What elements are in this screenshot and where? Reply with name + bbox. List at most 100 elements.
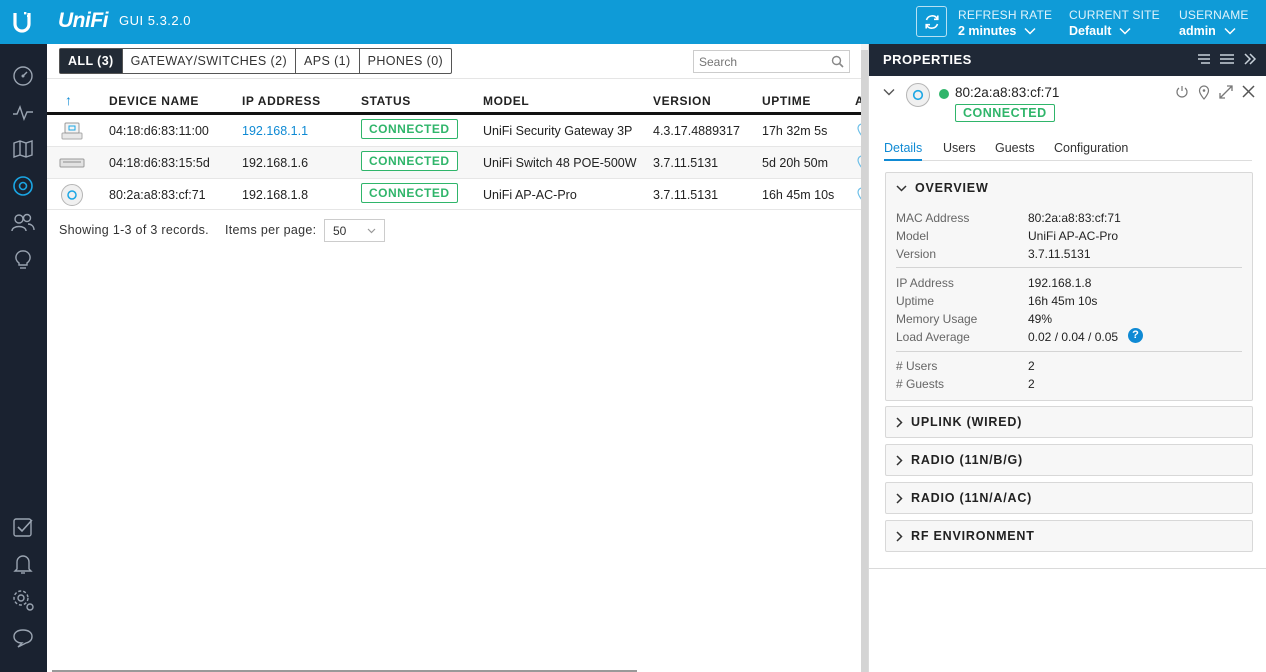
status-badge: CONNECTED [361,151,458,171]
kv-label: Model [896,229,929,243]
col-status[interactable]: STATUS [361,94,411,108]
device-name: 80:2a:a8:83:cf:71 [109,188,206,202]
help-icon[interactable]: ? [1128,328,1143,343]
properties-title: PROPERTIES [883,52,972,67]
expand-icon[interactable] [1219,85,1233,99]
kv-value: 49% [1028,312,1053,326]
map-icon[interactable] [11,137,35,161]
devices-icon[interactable] [11,174,35,198]
items-per-page-label: Items per page: [225,223,317,237]
insights-icon[interactable] [11,248,35,272]
refresh-rate-label: REFRESH RATE [958,8,1053,22]
table-row[interactable]: 80:2a:a8:83:cf:71 192.168.1.8 CONNECTED … [47,179,867,210]
overview-header[interactable]: OVERVIEW [886,173,1252,203]
list-icon[interactable] [1219,52,1235,66]
items-per-page-value: 50 [333,224,347,238]
filter-aps[interactable]: APS (1) [296,49,360,73]
device-uptime: 17h 32m 5s [762,124,828,138]
section-title: RADIO (11N/B/G) [911,453,1024,467]
records-summary: Showing 1-3 of 3 records. [59,223,209,237]
restart-icon[interactable] [1175,85,1189,99]
section-title: RF ENVIRONMENT [911,529,1035,543]
devices-main: ALL (3) GATEWAY/SWITCHES (2) APS (1) PHO… [47,44,873,672]
items-per-page-select[interactable]: 50 [324,219,385,242]
settings-icon[interactable] [11,588,35,612]
table-row[interactable]: 04:18:d6:83:15:5d 192.168.1.6 CONNECTED … [47,147,867,179]
col-device-name[interactable]: DEVICE NAME [109,94,199,108]
chevron-right-icon [896,454,903,466]
device-header: 80:2a:a8:83:cf:71 CONNECTED [869,76,1266,132]
search-icon[interactable] [831,55,844,68]
current-site-value: Default [1069,24,1112,38]
table-row[interactable]: 04:18:d6:83:11:00 192.168.1.1 CONNECTED … [47,115,867,147]
ip-address: 192.168.1.6 [242,156,309,170]
kv-label: # Users [896,359,938,373]
close-icon[interactable] [1242,85,1255,98]
top-bar: UniFi GUI 5.3.2.0 REFRESH RATE 2 minutes… [0,0,1266,44]
device-uptime: 5d 20h 50m [762,156,829,170]
kv-value: 2 [1028,377,1035,391]
filter-phones[interactable]: PHONES (0) [360,49,452,73]
refresh-button[interactable] [916,6,947,37]
section-title: RADIO (11N/A/AC) [911,491,1033,505]
properties-tabs: Details Users Guests Configuration [884,140,1252,161]
collapse-panel-icon[interactable] [1243,52,1257,66]
locate-icon[interactable] [1198,85,1210,100]
device-name: 04:18:d6:83:11:00 [109,124,209,138]
status-badge: CONNECTED [955,104,1055,122]
kv-label: IP Address [896,276,954,290]
list-compact-icon[interactable] [1197,52,1211,66]
radio-ac-section[interactable]: RADIO (11N/A/AC) [885,482,1253,514]
tab-configuration[interactable]: Configuration [1054,141,1128,159]
col-model[interactable]: MODEL [483,94,529,108]
uplink-section[interactable]: UPLINK (WIRED) [885,406,1253,438]
divider [47,78,861,79]
kv-value: UniFi AP-AC-Pro [1028,229,1119,243]
events-icon[interactable] [11,515,35,539]
filter-all[interactable]: ALL (3) [60,49,123,73]
device-model: UniFi Security Gateway 3P [483,124,633,138]
username-dropdown[interactable]: USERNAME admin [1179,8,1249,38]
statistics-icon[interactable] [11,101,35,125]
filter-gateway-switches[interactable]: GATEWAY/SWITCHES (2) [123,49,297,73]
col-version[interactable]: VERSION [653,94,711,108]
col-ip-address[interactable]: IP ADDRESS [242,94,321,108]
chat-icon[interactable] [11,626,35,650]
ip-address: 192.168.1.8 [242,188,309,202]
kv-value: 2 [1028,359,1035,373]
chevron-down-icon[interactable] [883,88,895,96]
clients-icon[interactable] [11,211,35,235]
divider [896,351,1242,352]
tab-details[interactable]: Details [884,141,923,161]
radio-bg-section[interactable]: RADIO (11N/B/G) [885,444,1253,476]
col-uptime[interactable]: UPTIME [762,94,811,108]
kv-label: Uptime [896,294,935,308]
device-model: UniFi AP-AC-Pro [483,188,577,202]
kv-value: 16h 45m 10s [1028,294,1098,308]
kv-value: 3.7.11.5131 [1028,247,1091,261]
username-label: USERNAME [1179,8,1249,22]
sort-arrow-icon[interactable]: ↑ [65,92,73,108]
refresh-rate-dropdown[interactable]: REFRESH RATE 2 minutes [958,8,1052,38]
dashboard-icon[interactable] [11,64,35,88]
access-point-device-icon [906,83,930,107]
filter-tabs: ALL (3) GATEWAY/SWITCHES (2) APS (1) PHO… [59,48,453,74]
rf-environment-section[interactable]: RF ENVIRONMENT [885,520,1253,552]
search-input[interactable] [694,51,824,72]
tab-users[interactable]: Users [943,141,976,159]
status-badge: CONNECTED [361,119,458,139]
kv-label: Load Average [896,330,970,344]
device-uptime: 16h 45m 10s [762,188,835,202]
ubiquiti-logo-icon[interactable] [0,0,44,44]
alerts-icon[interactable] [11,552,35,576]
overview-title: OVERVIEW [915,181,989,195]
vertical-scrollbar[interactable] [861,50,868,672]
tab-guests[interactable]: Guests [995,141,1035,159]
access-point-device-icon [59,184,85,206]
search-box [693,50,850,73]
chevron-right-icon [896,492,903,504]
current-site-dropdown[interactable]: CURRENT SITE Default [1069,8,1160,38]
unifi-brand: UniFi [58,9,109,32]
kv-label: MAC Address [896,211,970,225]
ip-address-link[interactable]: 192.168.1.1 [242,124,308,138]
